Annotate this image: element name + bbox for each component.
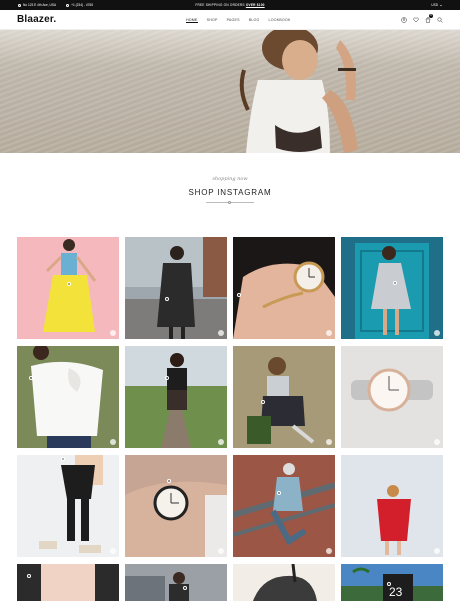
hero-model-image	[239, 30, 358, 153]
currency-selector[interactable]: USD	[431, 3, 442, 7]
section-title: SHOP INSTAGRAM	[188, 188, 272, 197]
hero-banner	[0, 30, 460, 153]
instagram-tile[interactable]	[125, 564, 227, 601]
cart-icon[interactable]: 0	[425, 14, 433, 23]
instagram-icon	[110, 439, 116, 445]
product-hotspot[interactable]	[387, 582, 391, 586]
instagram-tile[interactable]	[17, 346, 119, 448]
top-bar: No 123 E 4th Ave, USA +1 (234) - 4765 FR…	[0, 0, 460, 10]
tile-image	[125, 564, 227, 601]
instagram-icon	[218, 330, 224, 336]
instagram-icon	[218, 439, 224, 445]
product-hotspot[interactable]	[261, 400, 265, 404]
tile-image	[17, 564, 119, 601]
instagram-tile[interactable]	[125, 455, 227, 557]
instagram-tile[interactable]	[341, 346, 443, 448]
product-hotspot[interactable]	[61, 457, 65, 461]
tile-image	[17, 346, 119, 448]
tile-image	[233, 455, 335, 557]
jersey-number-graphic: 23	[389, 585, 403, 599]
nav-lookbook[interactable]: LOOKBOOK	[269, 18, 291, 24]
instagram-tile[interactable]	[341, 455, 443, 557]
header-icons: 0	[401, 14, 443, 23]
product-hotspot[interactable]	[165, 297, 169, 301]
instagram-tile[interactable]	[341, 237, 443, 339]
instagram-tile[interactable]	[233, 346, 335, 448]
tile-image	[341, 455, 443, 557]
tile-image	[355, 243, 429, 339]
instagram-tile[interactable]: 23	[341, 564, 443, 601]
instagram-tile[interactable]	[17, 455, 119, 557]
instagram-grid: 23	[17, 237, 444, 601]
site-logo[interactable]: Blaazer.	[17, 14, 56, 25]
instagram-icon	[326, 548, 332, 554]
instagram-tile[interactable]	[125, 237, 227, 339]
product-hotspot[interactable]	[27, 574, 31, 578]
instagram-icon	[110, 548, 116, 554]
product-hotspot[interactable]	[167, 479, 171, 483]
nav-shop[interactable]: SHOP	[207, 18, 218, 24]
instagram-icon	[434, 548, 440, 554]
instagram-icon	[110, 330, 116, 336]
instagram-icon	[434, 330, 440, 336]
currency-label: USD	[431, 3, 438, 7]
heart-icon[interactable]	[413, 17, 419, 23]
tile-image	[233, 261, 335, 339]
main-nav: HOME SHOP PAGES BLOG LOOKBOOK	[186, 18, 291, 24]
user-icon[interactable]	[401, 17, 407, 23]
site-header: Blaazer. HOME SHOP PAGES BLOG LOOKBOOK 0	[0, 10, 460, 30]
tile-image	[233, 346, 335, 448]
divider-dot-icon	[228, 201, 231, 204]
section-subtitle: shopping now	[212, 176, 248, 182]
instagram-tile[interactable]	[17, 237, 119, 339]
instagram-icon	[434, 439, 440, 445]
search-icon[interactable]	[437, 17, 443, 23]
instagram-icon	[218, 548, 224, 554]
product-hotspot[interactable]	[29, 376, 33, 380]
product-hotspot[interactable]	[67, 282, 71, 286]
chevron-down-icon	[440, 4, 442, 6]
product-hotspot[interactable]	[237, 293, 241, 297]
instagram-tile[interactable]	[233, 237, 335, 339]
title-divider	[206, 201, 254, 204]
nav-home[interactable]: HOME	[186, 18, 198, 24]
instagram-tile[interactable]	[233, 564, 335, 601]
tile-image	[351, 368, 433, 412]
product-hotspot[interactable]	[277, 491, 281, 495]
tile-image	[233, 564, 335, 601]
instagram-icon	[326, 330, 332, 336]
tile-image	[125, 237, 227, 339]
tile-image	[17, 455, 119, 557]
cart-count-badge: 0	[429, 14, 433, 18]
instagram-tile[interactable]	[233, 455, 335, 557]
product-hotspot[interactable]	[183, 586, 187, 590]
product-hotspot[interactable]	[165, 376, 169, 380]
instagram-tile[interactable]	[17, 564, 119, 601]
nav-pages[interactable]: PAGES	[227, 18, 240, 24]
instagram-icon	[326, 439, 332, 445]
tile-image: 23	[341, 564, 443, 601]
instagram-section-heading: shopping now SHOP INSTAGRAM	[0, 176, 460, 204]
tile-image	[125, 346, 227, 448]
promo-banner: FREE SHIPPING ON ORDERS OVER $100	[0, 3, 460, 7]
promo-amount[interactable]: OVER $100	[246, 3, 265, 7]
tile-image	[125, 481, 227, 557]
tile-image	[43, 239, 97, 332]
promo-text: FREE SHIPPING ON ORDERS	[195, 3, 245, 7]
nav-blog[interactable]: BLOG	[249, 18, 260, 24]
instagram-tile[interactable]	[125, 346, 227, 448]
product-hotspot[interactable]	[393, 281, 397, 285]
